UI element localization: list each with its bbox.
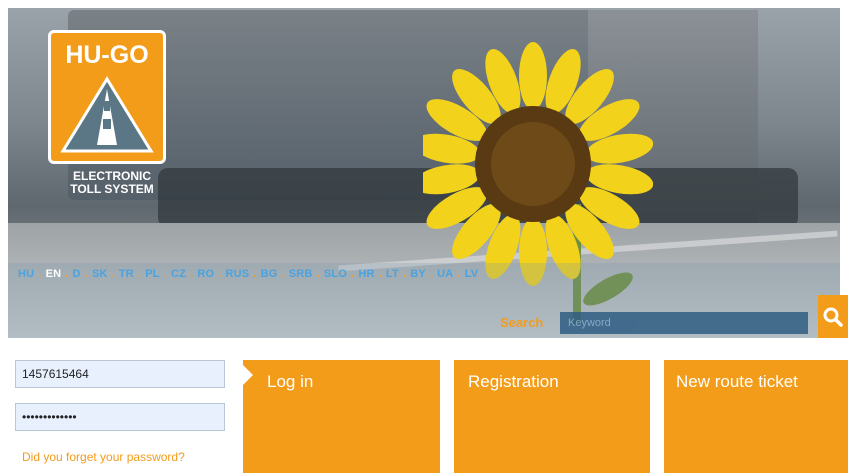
language-separator: .	[65, 268, 69, 280]
logo-subtitle: ELECTRONIC TOLL SYSTEM	[48, 170, 176, 196]
language-link-sk[interactable]: SK	[92, 268, 108, 280]
search-label: Search	[500, 315, 544, 330]
language-link-cz[interactable]: CZ	[171, 268, 186, 280]
language-link-ro[interactable]: RO	[197, 268, 214, 280]
language-separator: .	[316, 268, 320, 280]
hero-banner: HU-GO ELECTRONIC TOLL SYSTEM HU. EN. D. SK.…	[8, 8, 840, 338]
language-link-rus[interactable]: RUS	[225, 268, 249, 280]
language-separator: .	[163, 268, 167, 280]
language-separator: .	[351, 268, 355, 280]
hugo-logo[interactable]: HU-GO ELECTRONIC TOLL SYSTEM	[48, 30, 166, 205]
logo-badge: HU-GO	[48, 30, 166, 164]
language-separator: .	[218, 268, 222, 280]
language-separator: .	[402, 268, 407, 280]
username-field[interactable]	[15, 360, 225, 388]
language-link-ua[interactable]: UA	[437, 268, 453, 280]
language-link-d[interactable]: D	[73, 268, 81, 280]
tile-pointer-arrow	[243, 365, 253, 385]
route-ticket-tile-button[interactable]: New route ticket	[664, 360, 848, 473]
road-icon	[60, 76, 154, 153]
language-link-en[interactable]: EN	[46, 268, 62, 280]
search-input[interactable]	[560, 312, 808, 334]
language-link-hu[interactable]: HU	[18, 268, 34, 280]
language-link-srb[interactable]: SRB	[289, 268, 313, 280]
language-separator: .	[429, 268, 434, 280]
logo-title: HU-GO	[65, 41, 149, 69]
language-separator: .	[253, 268, 257, 280]
login-tile-button[interactable]: Log in	[243, 360, 440, 473]
language-link-tr[interactable]: TR	[119, 268, 134, 280]
language-link-lv[interactable]: LV	[465, 268, 479, 280]
language-separator: .	[281, 268, 285, 280]
search-icon	[823, 307, 843, 327]
language-link-hr[interactable]: HR	[358, 268, 374, 280]
language-separator: .	[190, 268, 194, 280]
language-link-slo[interactable]: SLO	[324, 268, 347, 280]
language-separator: .	[38, 268, 42, 280]
language-separator: .	[84, 268, 88, 280]
language-link-lt[interactable]: LT	[386, 268, 399, 280]
language-link-by[interactable]: BY	[410, 268, 426, 280]
forgot-password-link[interactable]: Did you forget your password?	[22, 450, 185, 464]
registration-tile-button[interactable]: Registration	[454, 360, 650, 473]
language-link-bg[interactable]: BG	[261, 268, 278, 280]
language-link-pl[interactable]: PL	[145, 268, 159, 280]
password-field[interactable]	[15, 403, 225, 431]
language-separator: .	[457, 268, 461, 280]
language-separator: .	[137, 268, 142, 280]
language-separator: .	[378, 268, 382, 280]
language-separator: .	[111, 268, 115, 280]
logo-subtitle-line2: TOLL SYSTEM	[70, 182, 154, 196]
search-button[interactable]	[818, 295, 848, 338]
language-selector: HU. EN. D. SK. TR. PL. CZ. RO. RUS. BG. SRB. SLO. HR…	[18, 268, 478, 280]
